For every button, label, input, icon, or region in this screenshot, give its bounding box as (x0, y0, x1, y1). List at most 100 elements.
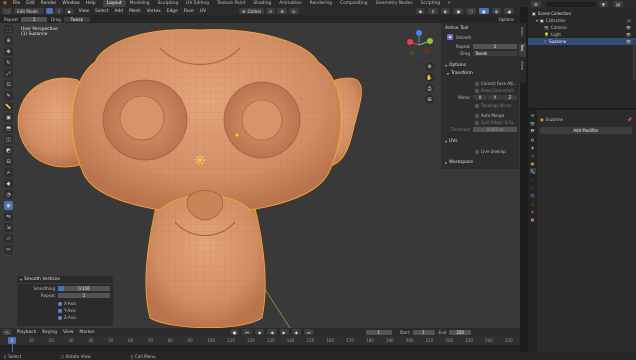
menu-edge[interactable]: Edge (164, 9, 181, 14)
new-collection-icon[interactable]: ▤ (613, 1, 623, 7)
outliner-editor-type-button[interactable]: ☰ (531, 1, 541, 7)
workspace-tab-scripting[interactable]: Scripting (417, 0, 445, 7)
menu-select[interactable]: Select (92, 9, 112, 14)
tool-props-icon[interactable]: ⚒ (530, 112, 536, 118)
split-edges-checkbox[interactable] (475, 120, 479, 125)
mode-selector[interactable]: Edit Mode (13, 8, 44, 14)
edge-select-button[interactable]: / (55, 8, 63, 14)
poly-build-tool-icon[interactable]: ◆ (4, 179, 13, 188)
outliner-row-scene-collection[interactable]: ▣ Scene Collection (528, 10, 636, 17)
gizmo-toggle-icon[interactable]: ↕ (428, 8, 438, 14)
visibility-icon[interactable]: ◉ (415, 8, 426, 14)
topology-mirror-checkbox[interactable] (475, 103, 479, 108)
workspace-tab-animation[interactable]: Animation (275, 0, 305, 7)
menu-render[interactable]: Render (38, 1, 60, 6)
workspace-tab-uv-editing[interactable]: UV Editing (182, 0, 213, 7)
auto-keying-icon[interactable]: ● (229, 329, 240, 335)
overlay-toggle-icon[interactable]: ◐ (440, 8, 451, 14)
workspace-tab-modeling[interactable]: Modeling (126, 0, 154, 7)
outliner-row-camera[interactable]: 📷 Camera 👁 (528, 24, 636, 31)
workspace-tab-shading[interactable]: Shading (249, 0, 275, 7)
play-reverse-icon[interactable]: ◀ (267, 329, 277, 335)
timeline-editor-type-button[interactable]: ◷ (2, 329, 12, 335)
options-section[interactable]: ▾ Options (445, 63, 466, 68)
menu-window[interactable]: Window (59, 1, 82, 6)
smooth-tool-icon[interactable]: ◉ (4, 201, 13, 210)
camera-view-icon[interactable]: ⎙ (425, 84, 434, 93)
sidebar-tab-view[interactable]: View (520, 61, 525, 70)
pivot-button[interactable]: ⊙ (265, 8, 276, 14)
lastop-repeat-field[interactable]: 1 (58, 293, 110, 298)
outliner-row-light[interactable]: 💡 Light 👁 (528, 31, 636, 38)
correct-face-checkbox[interactable] (475, 81, 479, 86)
visibility-eye-icon[interactable]: 👁 (626, 32, 631, 37)
last-operator-header[interactable]: ▾ Smooth Vertices (17, 276, 113, 284)
menu-uv[interactable]: UV (197, 9, 209, 14)
playhead[interactable]: 1 (8, 337, 16, 344)
outliner-search-input[interactable] (545, 1, 596, 7)
workspace-tab-rendering[interactable]: Rendering (306, 0, 336, 7)
annotate-tool-icon[interactable]: ✎ (4, 91, 13, 100)
editor-type-button[interactable]: ⬚ (2, 8, 12, 14)
menu-add[interactable]: Add (112, 9, 127, 14)
rendered-shading-icon[interactable]: ◕ (504, 8, 514, 14)
outliner-row-suzanne[interactable]: ▽ Suzanne 👁 (528, 38, 636, 45)
knife-tool-icon[interactable]: ⌿ (4, 168, 13, 177)
bevel-tool-icon[interactable]: ◩ (4, 146, 13, 155)
shrink-fatten-tool-icon[interactable]: ⇲ (4, 223, 13, 232)
select-box-tool-icon[interactable]: ⬚ (4, 25, 13, 34)
render-props-icon[interactable]: 📷 (530, 120, 536, 126)
menu-edit[interactable]: Edit (23, 1, 38, 6)
outliner-row-collection[interactable]: ▾ ▣ Collection ☑ (528, 17, 636, 24)
menu-view[interactable]: View (76, 9, 92, 14)
y-axis-row[interactable]: ✓ Y-Axis (17, 308, 113, 313)
active-tool-drag-field[interactable]: Tweak (473, 51, 517, 56)
workspace-tab-compositing[interactable]: Compositing (336, 0, 372, 7)
keep-connected-row[interactable]: Keep Connected (475, 88, 514, 93)
grid-perspective-icon[interactable]: ⊞ (425, 95, 434, 104)
scene-props-icon[interactable]: ◈ (530, 144, 536, 150)
live-unwrap-checkbox[interactable] (475, 149, 479, 154)
inset-tool-icon[interactable]: ◫ (4, 135, 13, 144)
play-icon[interactable]: ▶ (279, 329, 289, 335)
mirror-z-button[interactable]: Z (503, 95, 517, 100)
z-axis-row[interactable]: ✓ Z-Axis (17, 315, 113, 320)
object-props-icon[interactable]: ▣ (530, 160, 536, 166)
material-shading-icon[interactable]: ◍ (491, 8, 502, 14)
transform-tool-icon[interactable]: ⊡ (4, 80, 13, 89)
mirror-y-button[interactable]: Y (488, 95, 502, 100)
uvs-section[interactable]: ▾ UVs (445, 139, 458, 144)
topology-mirror-row[interactable]: Topology Mirror (475, 103, 512, 108)
drag-selector[interactable]: Tweak (63, 16, 90, 22)
mirror-x-button[interactable]: X (473, 95, 487, 100)
measure-tool-icon[interactable]: 📏 (4, 102, 13, 111)
sidebar-tab-item[interactable]: Item (520, 27, 525, 36)
edge-slide-tool-icon[interactable]: ⇋ (4, 212, 13, 221)
start-frame-field[interactable]: 1 (412, 329, 435, 335)
world-props-icon[interactable]: ◍ (530, 152, 536, 158)
menu-face[interactable]: Face (181, 9, 197, 14)
face-select-button[interactable]: ▪ (64, 8, 74, 14)
texture-props-icon[interactable]: ▦ (530, 216, 536, 222)
snap-button[interactable]: ⋒ (277, 8, 287, 14)
menu-keying[interactable]: Keying (39, 330, 60, 335)
x-axis-checkbox[interactable]: ✓ (58, 301, 62, 306)
solid-shading-icon[interactable]: ● (479, 8, 489, 14)
shear-tool-icon[interactable]: ▱ (4, 234, 13, 243)
prev-keyframe-icon[interactable]: ◆ (255, 329, 265, 335)
transform-section[interactable]: ▾ Transform (447, 71, 473, 76)
move-tool-icon[interactable]: ✥ (4, 47, 13, 56)
blender-logo-icon[interactable]: ◉ (0, 1, 10, 6)
sidebar-tab-tool[interactable]: Tool (520, 44, 525, 51)
spin-tool-icon[interactable]: ◔ (4, 190, 13, 199)
menu-mesh[interactable]: Mesh (126, 9, 144, 14)
keep-connected-checkbox[interactable] (475, 88, 479, 93)
menu-vertex[interactable]: Vertex (144, 9, 164, 14)
pan-hand-icon[interactable]: ✋ (425, 73, 434, 82)
workspace-tab-sculpting[interactable]: Sculpting (154, 0, 183, 7)
add-modifier-button[interactable]: Add Modifier (540, 127, 632, 134)
particles-props-icon[interactable]: ⁘ (530, 176, 536, 182)
x-axis-row[interactable]: ✓ X-Axis (17, 301, 113, 306)
end-frame-field[interactable]: 250 (449, 329, 472, 335)
visibility-eye-icon[interactable]: 👁 (626, 39, 631, 44)
